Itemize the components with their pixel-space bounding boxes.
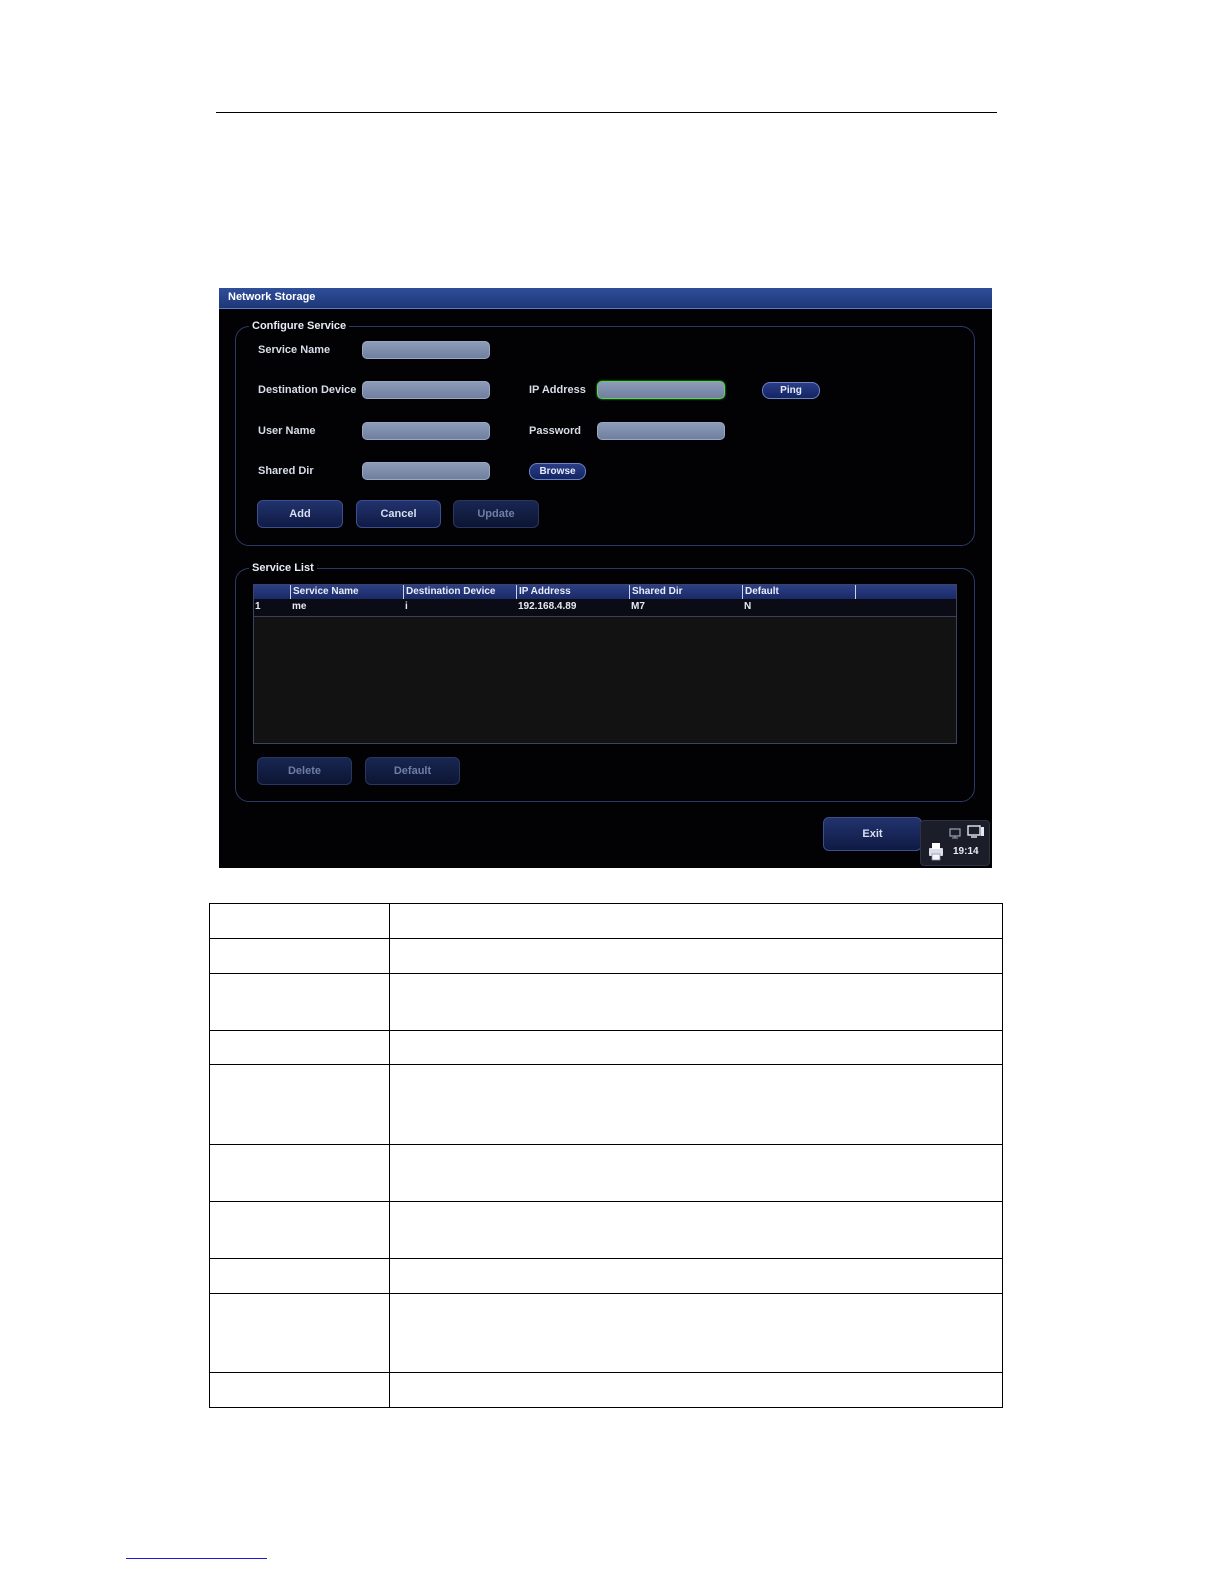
clock-time: 19:14 <box>953 846 979 857</box>
system-tray: 19:14 <box>920 820 990 866</box>
ip-address-input[interactable] <box>597 381 725 399</box>
cell-default: N <box>744 601 752 612</box>
table-row <box>209 1372 1003 1408</box>
title-bar: Network Storage <box>219 288 992 309</box>
row-index: 1 <box>255 601 261 612</box>
table-row <box>209 1030 1003 1065</box>
table-cell <box>209 1293 390 1373</box>
cell-shared-dir: M7 <box>631 601 645 612</box>
table-cell <box>389 1064 1003 1145</box>
printer-icon[interactable] <box>926 841 946 866</box>
table-row <box>209 938 1003 974</box>
password-label: Password <box>529 425 581 437</box>
table-cell <box>209 1064 390 1145</box>
cell-destination-device: i <box>405 601 408 612</box>
ping-button[interactable]: Ping <box>762 382 820 399</box>
table-row <box>209 1293 1003 1373</box>
table-row <box>209 1144 1003 1202</box>
description-table <box>209 903 1003 1408</box>
destination-device-label: Destination Device <box>258 384 357 396</box>
add-button[interactable]: Add <box>257 500 343 528</box>
table-header: Service Name Destination Device IP Addre… <box>254 585 956 599</box>
table-cell <box>209 1030 390 1065</box>
table-row <box>209 973 1003 1031</box>
password-input[interactable] <box>597 422 725 440</box>
table-cell <box>389 1372 1003 1408</box>
table-row <box>209 1201 1003 1259</box>
table-cell <box>209 938 390 974</box>
table-cell <box>389 1201 1003 1259</box>
default-button[interactable]: Default <box>365 757 460 785</box>
table-cell <box>389 903 1003 939</box>
table-cell <box>389 938 1003 974</box>
table-cell <box>389 1144 1003 1202</box>
column-header-shared-dir[interactable]: Shared Dir <box>629 585 742 599</box>
column-header-service-name[interactable]: Service Name <box>290 585 403 599</box>
configure-service-label: Configure Service <box>249 320 350 332</box>
service-name-label: Service Name <box>258 344 331 356</box>
column-header-destination-device[interactable]: Destination Device <box>403 585 516 599</box>
table-row[interactable]: 1 me i 192.168.4.89 M7 N <box>254 599 956 617</box>
shared-dir-input[interactable] <box>362 462 490 480</box>
monitor-icon[interactable] <box>967 825 985 844</box>
footer-link-underline <box>126 1558 267 1559</box>
ip-address-label: IP Address <box>529 384 586 396</box>
table-cell <box>389 1258 1003 1294</box>
table-row <box>209 903 1003 939</box>
column-divider <box>855 585 856 599</box>
cancel-button[interactable]: Cancel <box>356 500 441 528</box>
column-header-default[interactable]: Default <box>742 585 855 599</box>
header-rule <box>216 112 997 113</box>
cell-ip-address: 192.168.4.89 <box>518 601 577 612</box>
update-button[interactable]: Update <box>453 500 539 528</box>
network-icon[interactable] <box>949 826 961 844</box>
table-cell <box>209 973 390 1031</box>
table-row <box>209 1064 1003 1145</box>
table-cell <box>389 1293 1003 1373</box>
table-cell <box>209 1258 390 1294</box>
delete-button[interactable]: Delete <box>257 757 352 785</box>
table-cell <box>209 1201 390 1259</box>
cell-service-name: me <box>292 601 307 612</box>
table-cell <box>389 1030 1003 1065</box>
table-row <box>209 1258 1003 1294</box>
table-cell <box>209 1372 390 1408</box>
shared-dir-label: Shared Dir <box>258 465 314 477</box>
exit-button[interactable]: Exit <box>823 817 922 851</box>
service-name-input[interactable] <box>362 341 490 359</box>
service-list-label: Service List <box>249 562 317 574</box>
user-name-input[interactable] <box>362 422 490 440</box>
table-cell <box>389 973 1003 1031</box>
service-list-table[interactable]: Service Name Destination Device IP Addre… <box>253 584 957 744</box>
column-header-ip-address[interactable]: IP Address <box>516 585 629 599</box>
network-storage-dialog: Network Storage Configure Service Servic… <box>219 288 992 868</box>
destination-device-input[interactable] <box>362 381 490 399</box>
browse-button[interactable]: Browse <box>529 463 586 480</box>
table-cell <box>209 903 390 939</box>
dialog-title: Network Storage <box>228 291 316 303</box>
table-cell <box>209 1144 390 1202</box>
user-name-label: User Name <box>258 425 316 437</box>
